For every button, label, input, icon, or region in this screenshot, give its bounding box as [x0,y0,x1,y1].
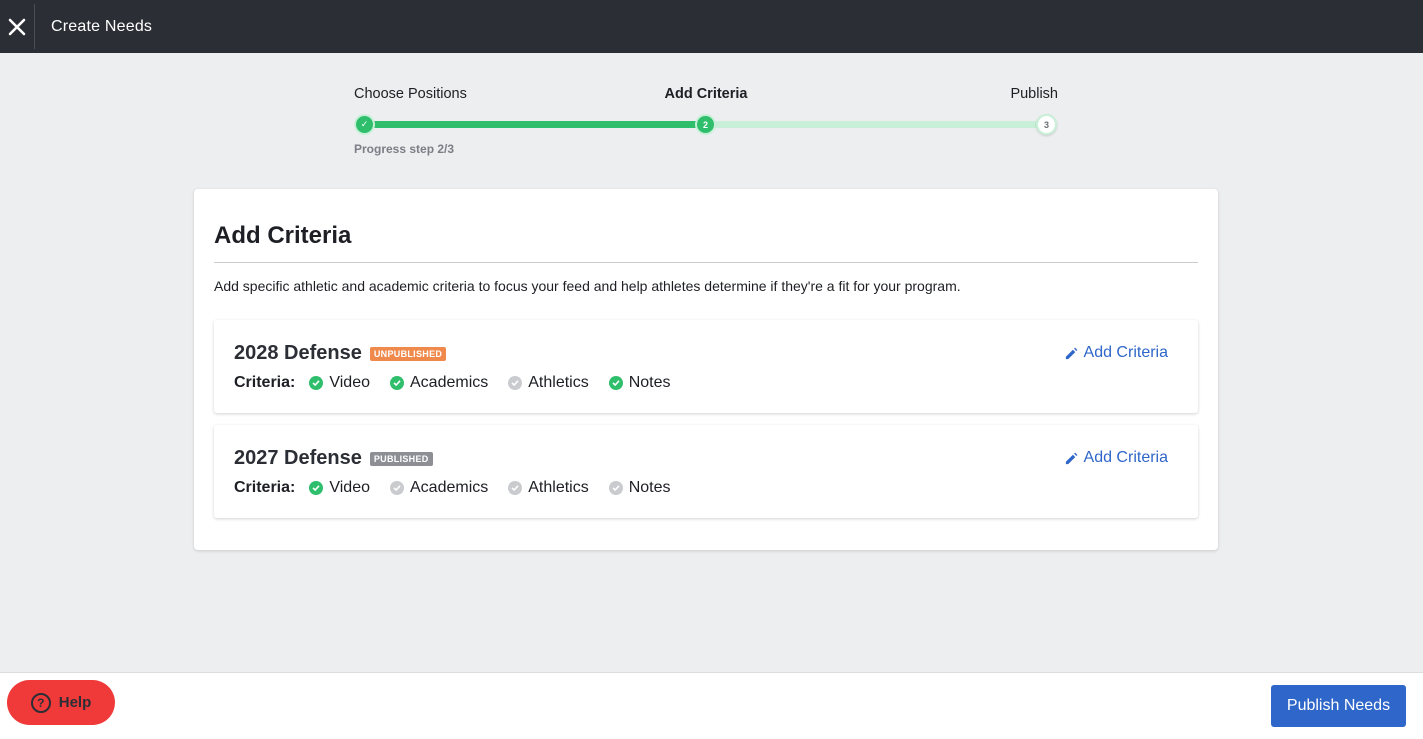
add-criteria-link[interactable]: Add Criteria [1064,344,1168,362]
criteria-item-notes: Notes [608,374,671,392]
step-1-check-icon: ✓ [354,114,375,135]
criteria-item-label: Video [329,479,370,496]
progress-track-remaining [706,121,1046,128]
criteria-item-academics: Academics [390,479,488,497]
check-circle-icon [390,481,404,495]
criteria-row: Criteria: Video Academics Athletics Note… [234,479,691,497]
criteria-item-label: Notes [628,479,671,496]
check-circle-icon [309,481,324,495]
criteria-item-video: Video [309,374,370,392]
check-circle-icon [608,376,623,390]
criteria-item-label: Notes [628,374,671,391]
step-label-add-criteria: Add Criteria [664,86,748,102]
criteria-item-video: Video [309,479,370,497]
add-criteria-card: Add Criteria Add specific athletic and a… [194,189,1218,550]
check-circle-icon [508,481,523,495]
top-bar: Create Needs [0,0,1423,53]
question-circle-icon: ? [30,692,51,713]
progress-track-complete [364,121,706,128]
close-button[interactable] [0,4,35,49]
check-circle-icon [508,376,523,390]
criteria-label: Criteria: [234,479,296,496]
need-header: 2028 Defense UNPUBLISHED [234,342,447,365]
criteria-item-academics: Academics [390,374,488,392]
progress-stepper: Choose Positions Add Criteria Publish ✓ … [354,86,1058,166]
status-badge: UNPUBLISHED [369,346,447,361]
help-button[interactable]: ? Help [7,680,115,725]
step-3-marker: 3 [1036,114,1057,135]
check-circle-icon [390,376,404,390]
criteria-item-label: Athletics [528,374,589,391]
criteria-row: Criteria: Video Academics Athletics Note… [234,374,691,392]
check-circle-icon [309,376,324,390]
criteria-item-athletics: Athletics [508,479,589,497]
page-title: Create Needs [51,17,153,35]
close-icon [8,18,26,35]
divider [214,262,1198,263]
pencil-icon [1065,452,1077,464]
criteria-item-label: Academics [410,479,489,496]
footer-bar [0,672,1423,739]
criteria-item-athletics: Athletics [508,374,589,392]
status-badge: PUBLISHED [369,451,433,466]
criteria-item-label: Academics [410,374,489,391]
add-criteria-label: Add Criteria [1083,449,1168,466]
help-label: Help [58,694,92,711]
add-criteria-link[interactable]: Add Criteria [1064,449,1168,467]
publish-needs-button[interactable]: Publish Needs [1271,685,1406,727]
check-circle-icon [608,481,623,495]
step-label-choose-positions: Choose Positions [354,86,467,102]
need-title: 2027 Defense [234,447,362,469]
step-label-publish: Publish [1010,86,1058,102]
need-card: 2028 Defense UNPUBLISHED Criteria: Video… [214,320,1198,413]
need-header: 2027 Defense PUBLISHED [234,447,433,470]
need-card: 2027 Defense PUBLISHED Criteria: Video A… [214,425,1198,518]
criteria-item-notes: Notes [608,479,671,497]
criteria-label: Criteria: [234,374,296,391]
criteria-item-label: Athletics [528,479,589,496]
progress-status-text: Progress step 2/3 [354,142,455,156]
card-description: Add specific athletic and academic crite… [214,278,961,294]
card-title: Add Criteria [214,222,352,249]
need-title: 2028 Defense [234,342,362,364]
criteria-item-label: Video [329,374,370,391]
step-2-marker: 2 [695,114,716,135]
pencil-icon [1065,347,1077,359]
add-criteria-label: Add Criteria [1083,344,1168,361]
